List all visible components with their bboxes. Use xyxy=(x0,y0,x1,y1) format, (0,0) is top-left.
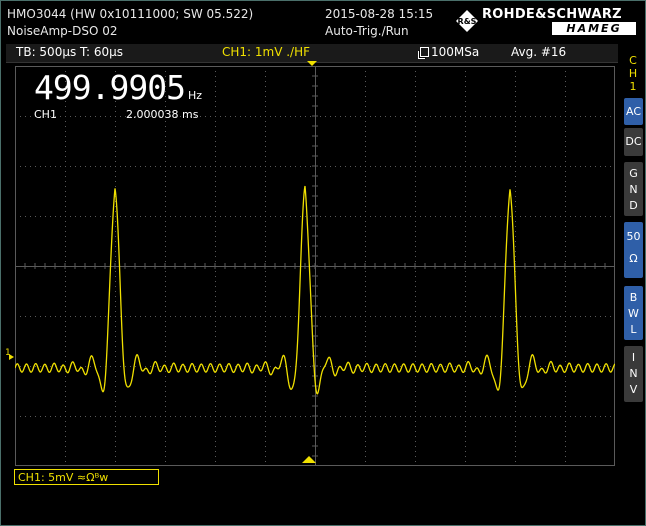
ch1-ground-marker[interactable]: 1 xyxy=(5,348,15,360)
side-button-label: D xyxy=(629,199,638,212)
side-button-3[interactable]: 50 Ω xyxy=(624,222,643,278)
trigger-position-marker[interactable] xyxy=(307,61,317,66)
side-button-label: I xyxy=(631,351,636,364)
brand-primary: ROHDE&SCHWARZ xyxy=(482,7,622,22)
side-button-label: W xyxy=(628,307,639,320)
side-button-label: Ω xyxy=(629,252,638,265)
rs-diamond-icon: R&S xyxy=(456,10,478,32)
average-readout[interactable]: Avg. #16 xyxy=(511,45,566,59)
trigger-position-bottom-marker[interactable] xyxy=(302,456,316,463)
timebase-readout[interactable]: TB: 500µs T: 60µs xyxy=(16,45,123,59)
period-value: 2.000038 ms xyxy=(126,108,199,121)
side-button-2[interactable]: GND xyxy=(624,162,643,216)
side-button-label: N xyxy=(629,183,638,196)
scope-screen[interactable] xyxy=(15,66,615,466)
side-button-label: L xyxy=(630,323,637,336)
measurement-source: CH1 xyxy=(34,108,57,121)
frequency-value: 499.9905 xyxy=(34,68,186,107)
memory-icon xyxy=(420,47,429,57)
side-button-1[interactable]: DC xyxy=(624,128,643,156)
setup-name: NoiseAmp-DSO 02 xyxy=(7,24,118,38)
side-button-label: G xyxy=(629,167,638,180)
datetime: 2015-08-28 15:15 xyxy=(325,7,434,21)
side-button-label: N xyxy=(629,367,638,380)
side-menu-title: CH1 xyxy=(628,54,638,93)
side-button-4[interactable]: BWL xyxy=(624,286,643,340)
side-button-label: 50 xyxy=(626,230,641,243)
side-button-label: V xyxy=(629,383,638,396)
sample-rate-value: 100MSa xyxy=(431,45,480,59)
ch1-settings-label[interactable]: CH1: 5mV ≈Ωᴮw xyxy=(14,469,159,485)
side-button-5[interactable]: INV xyxy=(624,346,643,402)
graticule xyxy=(15,66,615,466)
trigger-mode: Auto-Trig./Run xyxy=(325,24,409,38)
side-button-label: B xyxy=(629,291,638,304)
side-button-label: DC xyxy=(625,135,642,148)
channel-readout[interactable]: CH1: 1mV ./HF xyxy=(222,45,310,59)
frequency-unit: Hz xyxy=(188,89,203,102)
side-button-label: AC xyxy=(625,105,641,118)
device-model: HMO3044 (HW 0x10111000; SW 05.522) xyxy=(7,7,254,21)
logo-mark: R&S xyxy=(458,17,477,26)
side-button-0[interactable]: AC xyxy=(624,98,643,125)
sample-rate-readout[interactable]: 100MSa xyxy=(420,45,479,59)
brand-secondary: HAMEG xyxy=(552,22,636,35)
